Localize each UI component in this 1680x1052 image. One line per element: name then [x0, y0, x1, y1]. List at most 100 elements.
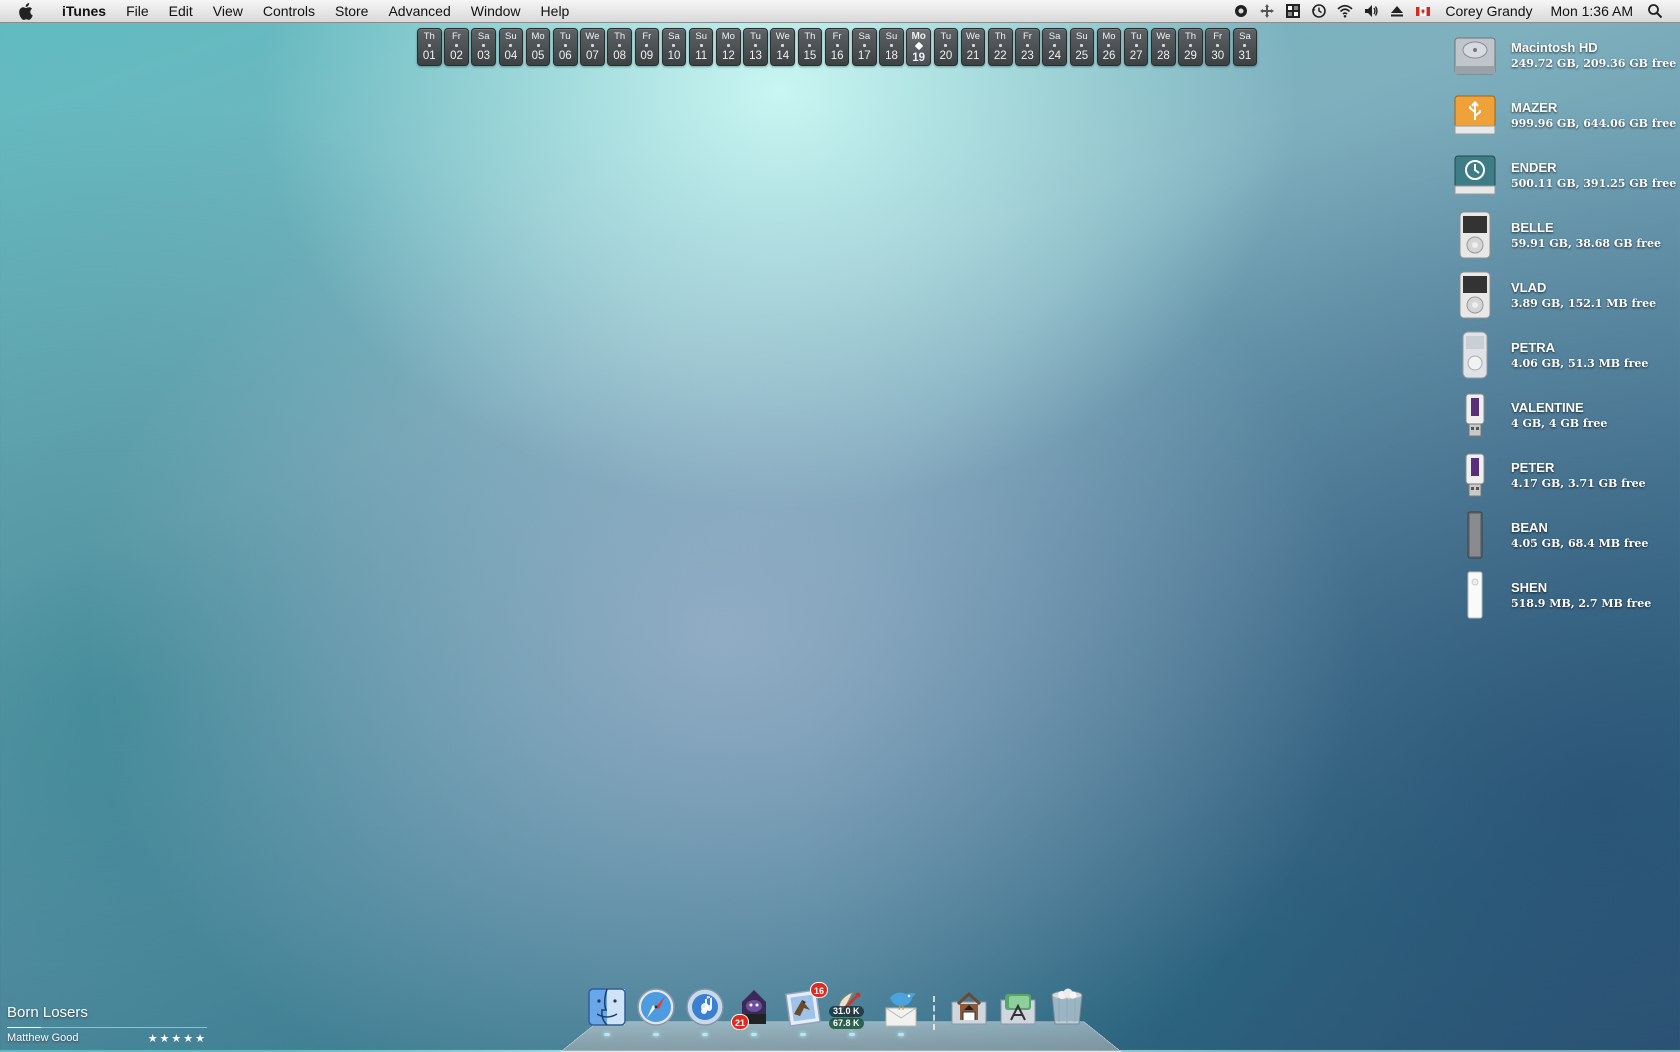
drive-capacity: 3.89 GB, 152.1 MB free: [1511, 297, 1657, 310]
dock-itunes[interactable]: [684, 984, 726, 1036]
record-icon[interactable]: [1228, 0, 1254, 22]
volume-icon[interactable]: [1358, 0, 1384, 22]
calendar-day-weekday: Mo: [1102, 31, 1116, 42]
calendar-day[interactable]: Th 29: [1178, 28, 1203, 66]
wifi-icon[interactable]: [1332, 0, 1358, 22]
calendar-day[interactable]: Th 22: [987, 28, 1013, 66]
calendar-day[interactable]: Fr 30: [1205, 28, 1231, 66]
dock-home-stack[interactable]: [948, 984, 990, 1030]
time-machine-drive-icon: [1452, 150, 1498, 200]
move-icon[interactable]: [1254, 0, 1280, 22]
calendar-day[interactable]: Th 01: [417, 28, 442, 66]
calendar-day[interactable]: Sa 03: [471, 28, 496, 66]
calendar-day-number: 29: [1184, 50, 1197, 62]
calendar-day-separator: [835, 44, 839, 47]
dock-twitter[interactable]: [880, 984, 922, 1036]
menu-view[interactable]: View: [203, 0, 253, 22]
menu-edit[interactable]: Edit: [159, 0, 203, 22]
calendar-day[interactable]: Sa 31: [1232, 28, 1258, 66]
eject-icon[interactable]: [1384, 0, 1410, 22]
running-indicator: [604, 1033, 610, 1036]
usb-stick-icon: [1452, 390, 1498, 440]
menubar-clock[interactable]: Mon 1:36 AM: [1542, 0, 1643, 22]
menu-advanced[interactable]: Advanced: [378, 0, 460, 22]
applications-folder-icon: [1000, 994, 1036, 1025]
dock-adium[interactable]: 21: [731, 984, 775, 1036]
calendar-day-weekday: Sa: [668, 31, 680, 42]
calendar-day-separator: [971, 44, 975, 47]
drive-name: VALENTINE: [1511, 400, 1584, 415]
time-machine-icon[interactable]: [1306, 0, 1332, 22]
user-name[interactable]: Corey Grandy: [1436, 0, 1541, 22]
calendar-day[interactable]: Su 25: [1069, 28, 1095, 66]
dock-safari[interactable]: [635, 984, 677, 1036]
usb-stick-icon: [1452, 450, 1498, 500]
calendar-day[interactable]: Su 04: [498, 28, 524, 66]
menu-file[interactable]: File: [116, 0, 159, 22]
calendar-day[interactable]: We 28: [1151, 28, 1176, 66]
calendar-day[interactable]: Th 15: [797, 28, 823, 66]
spotlight-search-icon[interactable]: [1642, 0, 1668, 22]
calendar-day[interactable]: Mo 12: [716, 28, 741, 66]
dock-mail[interactable]: 16: [782, 982, 828, 1036]
calendar-day[interactable]: We 14: [770, 28, 796, 66]
dock-applications-stack[interactable]: [997, 984, 1039, 1030]
calendar-day[interactable]: Su 18: [879, 28, 904, 66]
calendar-day[interactable]: Sa 10: [661, 28, 687, 66]
spaces-icon[interactable]: [1280, 0, 1306, 22]
calendar-day-number: 18: [885, 50, 898, 62]
running-indicator: [849, 1033, 855, 1036]
calendar-day-number: 23: [1021, 50, 1034, 62]
calendar-day[interactable]: Tu 27: [1123, 28, 1149, 66]
dock-network-monitor[interactable]: 31.0 K 67.8 K: [829, 984, 873, 1036]
calendar-day[interactable]: Tu 06: [552, 28, 578, 66]
canada-flag-icon[interactable]: [1410, 0, 1436, 22]
calendar-day[interactable]: Fr 02: [444, 28, 469, 66]
calendar-day[interactable]: Sa 17: [852, 28, 877, 66]
calendar-day-number: 10: [667, 50, 681, 62]
calendar-day[interactable]: Tu 20: [933, 28, 959, 66]
calendar-day[interactable]: Th 08: [607, 28, 632, 66]
calendar-day-weekday: Fr: [832, 31, 842, 42]
menu-window[interactable]: Window: [461, 0, 531, 22]
menu-help[interactable]: Help: [531, 0, 580, 22]
calendar-day[interactable]: Mo 05: [525, 28, 551, 66]
calendar-day-number: 13: [749, 50, 762, 62]
calendar-day-weekday: Tu: [750, 31, 761, 42]
calendar-day[interactable]: Su 11: [688, 28, 714, 66]
calendar-day-weekday: Tu: [1130, 31, 1142, 42]
drive-name: ENDER: [1511, 160, 1557, 175]
calendar-day[interactable]: Tu 13: [743, 28, 768, 66]
usb-drive-icon: [1452, 90, 1498, 140]
calendar-day[interactable]: We 21: [960, 28, 986, 66]
mail-badge: 16: [809, 982, 828, 998]
calendar-day-number: 09: [640, 50, 654, 62]
calendar-day[interactable]: Mo 19: [906, 28, 931, 66]
calendar-day[interactable]: We 07: [580, 28, 605, 66]
calendar-day[interactable]: Fr 23: [1015, 28, 1040, 66]
calendar-day-weekday: Fr: [452, 31, 461, 42]
calendar-day[interactable]: Fr 16: [824, 28, 850, 66]
calendar-day-number: 19: [912, 52, 926, 64]
drive-capacity: 59.91 GB, 38.68 GB free: [1511, 237, 1661, 250]
now-playing-rating[interactable]: ★★★★★: [148, 1032, 207, 1045]
app-menu-itunes[interactable]: iTunes: [52, 0, 116, 22]
calendar-day-separator: [726, 44, 730, 47]
calendar-day-number: 03: [477, 50, 491, 62]
menu-controls[interactable]: Controls: [253, 0, 325, 22]
drive-name: BEAN: [1511, 520, 1548, 535]
calendar-day-weekday: Su: [505, 31, 517, 42]
menu-store[interactable]: Store: [325, 0, 378, 22]
calendar-day[interactable]: Sa 24: [1042, 28, 1067, 66]
drive-capacity: 518.9 MB, 2.7 MB free: [1511, 597, 1652, 610]
calendar-day-separator: [427, 44, 431, 47]
dock-trash[interactable]: [1046, 984, 1088, 1030]
calendar-day-number: 31: [1238, 50, 1252, 62]
dock-finder[interactable]: [586, 984, 628, 1036]
calendar-day[interactable]: Fr 09: [634, 28, 660, 66]
calendar-day-separator: [672, 44, 676, 47]
apple-menu-icon[interactable]: [14, 0, 36, 22]
calendar-day-weekday: Su: [885, 31, 898, 42]
calendar-day[interactable]: Mo 26: [1096, 28, 1122, 66]
calendar-day-number: 07: [586, 50, 599, 62]
